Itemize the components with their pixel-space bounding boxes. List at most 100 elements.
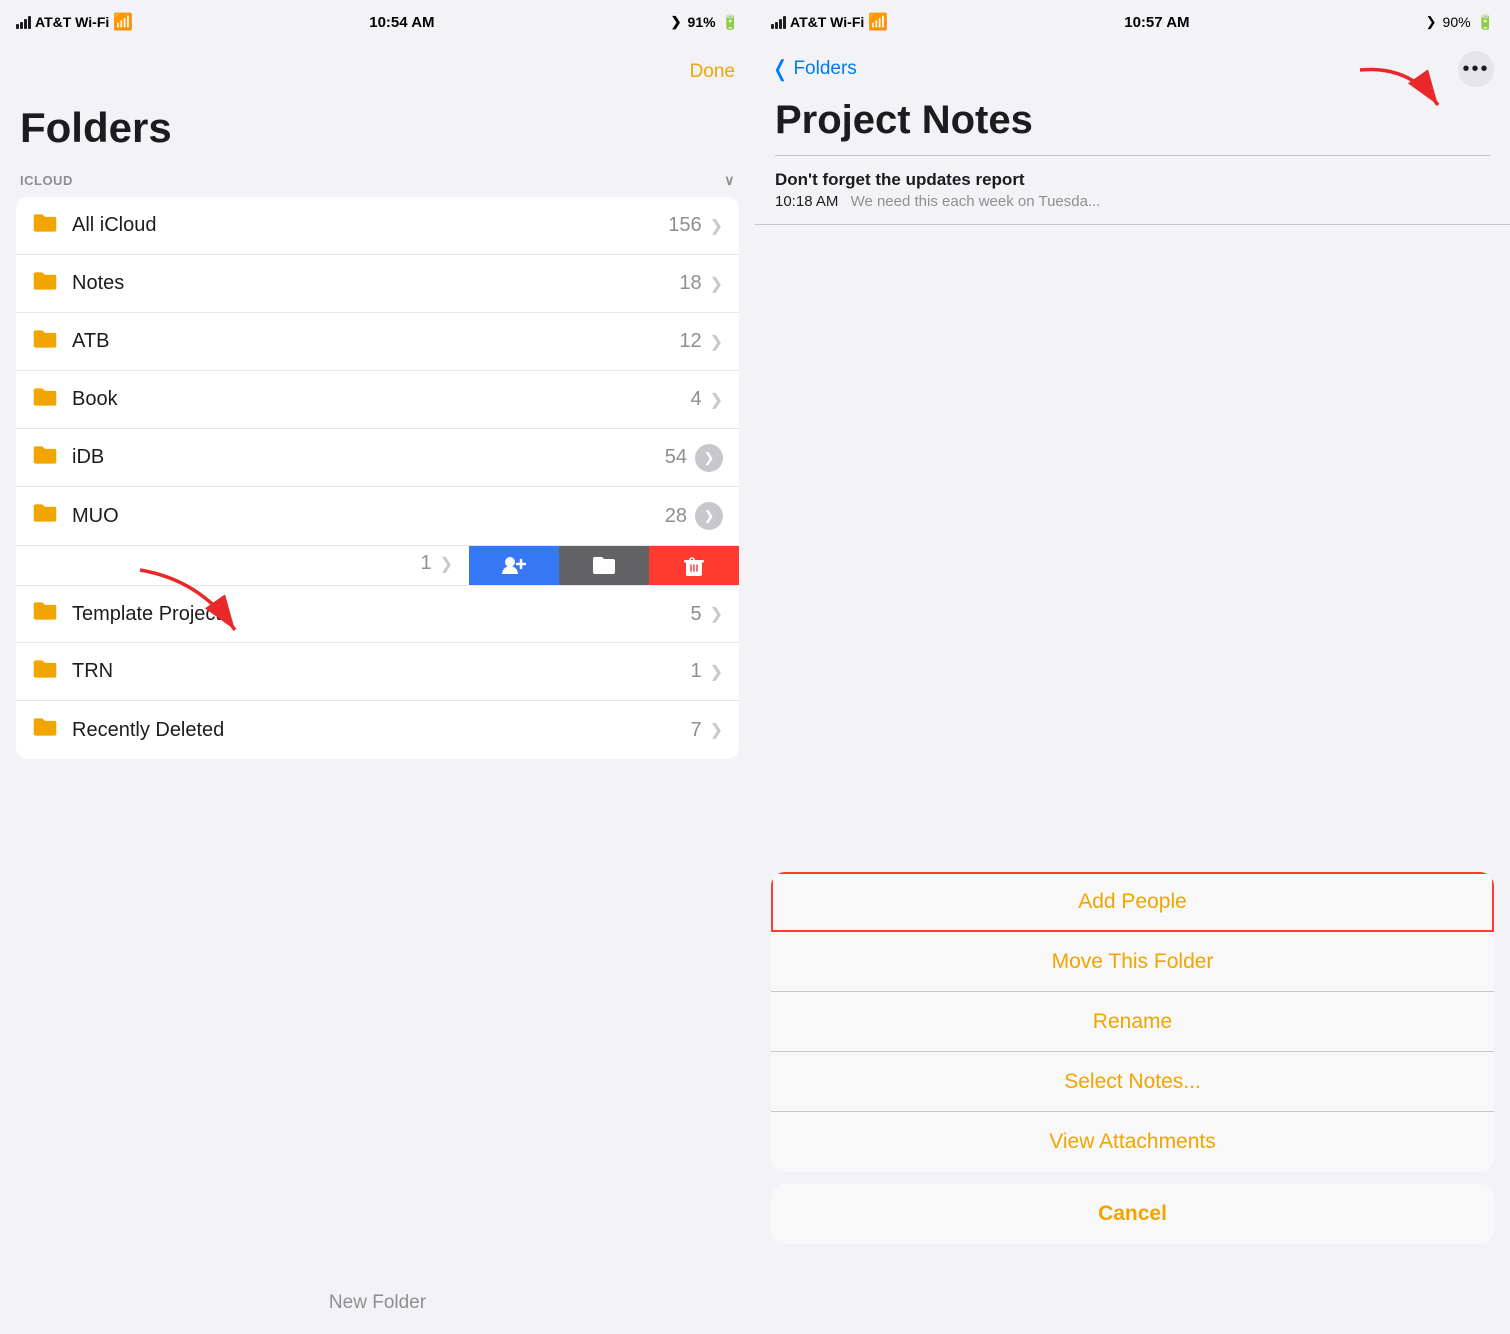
delete-swipe-button[interactable] (649, 546, 739, 585)
move-folder-label: Move This Folder (1052, 950, 1214, 974)
folder-name: Book (72, 388, 690, 411)
location-icon: ❯ (1426, 14, 1437, 30)
add-person-icon (500, 552, 528, 580)
icloud-collapse-icon[interactable]: ∨ (724, 172, 735, 189)
folder-name: Notes (72, 272, 679, 295)
folder-name: TRN (72, 660, 690, 683)
chevron-right-icon: ❯ (710, 720, 723, 740)
view-attachments-action[interactable]: View Attachments (771, 1112, 1494, 1172)
select-notes-label: Select Notes... (1064, 1070, 1201, 1094)
chevron-right-icon: ❯ (710, 332, 723, 352)
left-status-icons: ❯ 91% 🔋 (671, 14, 739, 31)
folder-name: MUO (72, 505, 665, 528)
signal-icon (771, 16, 786, 29)
folder-count: 5 (690, 603, 701, 626)
action-sheet-main: Add People Move This Folder Rename Selec… (771, 872, 1494, 1172)
done-button[interactable]: Done (690, 61, 735, 83)
right-nav-bar: ❬ Folders ••• (755, 44, 1510, 94)
chevron-circle-icon: ❯ (695, 502, 723, 530)
swipe-arrow: ❯ (440, 554, 453, 574)
folder-icon (32, 270, 58, 298)
folder-count: 1 (690, 660, 701, 683)
trash-icon (680, 552, 708, 580)
muo-swipe-row: MUO 28 ❯ 1 ❯ (16, 487, 739, 585)
wifi-icon: 📶 (868, 12, 888, 32)
folder-name: ATB (72, 330, 679, 353)
chevron-right-icon: ❯ (710, 604, 723, 624)
add-people-swipe-button[interactable] (469, 546, 559, 585)
list-item[interactable]: ATB 12 ❯ (16, 313, 739, 371)
move-folder-swipe-button[interactable] (559, 546, 649, 585)
left-nav-bar: Done (0, 44, 755, 100)
swipe-count-area: 1 ❯ (16, 546, 469, 585)
left-panel: AT&T Wi-Fi 📶 10:54 AM ❯ 91% 🔋 Done Folde… (0, 0, 755, 1334)
list-item[interactable]: TRN 1 ❯ (16, 643, 739, 701)
more-options-button[interactable]: ••• (1458, 51, 1494, 87)
folder-icon (32, 328, 58, 356)
chevron-circle-icon: ❯ (695, 444, 723, 472)
folder-count: 12 (679, 330, 701, 353)
recently-deleted-item[interactable]: Recently Deleted 7 ❯ (16, 701, 739, 759)
list-item[interactable]: iDB 54 ❯ (16, 429, 739, 487)
ellipsis-icon: ••• (1462, 58, 1489, 81)
cancel-sheet: Cancel (771, 1184, 1494, 1244)
folder-count: 18 (679, 272, 701, 295)
folder-name: iDB (72, 446, 665, 469)
folders-list-block1: All iCloud 156 ❯ Notes 18 ❯ ATB 12 ❯ (16, 197, 739, 759)
back-chevron-icon: ❬ (771, 56, 789, 82)
chevron-right-icon: ❯ (710, 274, 723, 294)
rename-action[interactable]: Rename (771, 992, 1494, 1052)
chevron-right-icon: ❯ (710, 390, 723, 410)
folder-icon (32, 502, 58, 530)
folder-name: Recently Deleted (72, 719, 690, 742)
chevron-right-icon: ❯ (710, 216, 723, 236)
note-preview[interactable]: Don't forget the updates report 10:18 AM… (755, 156, 1510, 225)
carrier-label: AT&T Wi-Fi (790, 14, 864, 30)
carrier-label: AT&T Wi-Fi (35, 14, 109, 30)
folder-count: 4 (690, 388, 701, 411)
move-folder-icon (590, 552, 618, 580)
back-label: Folders (793, 58, 856, 80)
action-sheet: Add People Move This Folder Rename Selec… (771, 872, 1494, 1244)
swipe-count: 1 (32, 552, 440, 575)
folder-name: All iCloud (72, 214, 668, 237)
right-time: 10:57 AM (1124, 14, 1189, 31)
note-preview-title: Don't forget the updates report (775, 170, 1490, 190)
cancel-button[interactable]: Cancel (771, 1184, 1494, 1244)
folder-count: 28 (665, 505, 687, 528)
list-item[interactable]: All iCloud 156 ❯ (16, 197, 739, 255)
right-carrier: AT&T Wi-Fi 📶 (771, 12, 888, 32)
right-panel: AT&T Wi-Fi 📶 10:57 AM ❯ 90% 🔋 ❬ Folders … (755, 0, 1510, 1334)
battery-icon: 🔋 (1477, 14, 1494, 31)
rename-label: Rename (1093, 1010, 1172, 1034)
left-carrier: AT&T Wi-Fi 📶 (16, 12, 133, 32)
list-item[interactable]: Book 4 ❯ (16, 371, 739, 429)
swipe-action-bar: 1 ❯ (16, 545, 739, 585)
list-item[interactable]: Template Project 5 ❯ (16, 585, 739, 643)
folder-count: 7 (690, 719, 701, 742)
select-notes-action[interactable]: Select Notes... (771, 1052, 1494, 1112)
battery-icon: 🔋 (722, 14, 739, 31)
folder-count: 54 (665, 446, 687, 469)
location-icon: ❯ (671, 14, 682, 30)
add-people-label: Add People (1078, 890, 1187, 914)
back-button[interactable]: ❬ Folders (771, 56, 857, 82)
folders-title: Folders (0, 100, 755, 164)
new-folder-button[interactable]: New Folder (0, 1292, 755, 1314)
wifi-icon: 📶 (113, 12, 133, 32)
list-item[interactable]: Notes 18 ❯ (16, 255, 739, 313)
folder-icon (32, 716, 58, 744)
add-people-action[interactable]: Add People (771, 872, 1494, 932)
status-bar-left: AT&T Wi-Fi 📶 10:54 AM ❯ 91% 🔋 (0, 0, 755, 44)
folder-icon (32, 600, 58, 628)
folder-icon (32, 386, 58, 414)
list-item-muo[interactable]: MUO 28 ❯ (16, 487, 739, 545)
cancel-label: Cancel (1098, 1202, 1167, 1226)
icloud-label: ICLOUD (20, 173, 73, 188)
battery-label: 91% (688, 14, 716, 30)
folder-icon (32, 212, 58, 240)
folder-icon (32, 658, 58, 686)
move-folder-action[interactable]: Move This Folder (771, 932, 1494, 992)
folder-count: 156 (668, 214, 701, 237)
signal-icon (16, 16, 31, 29)
